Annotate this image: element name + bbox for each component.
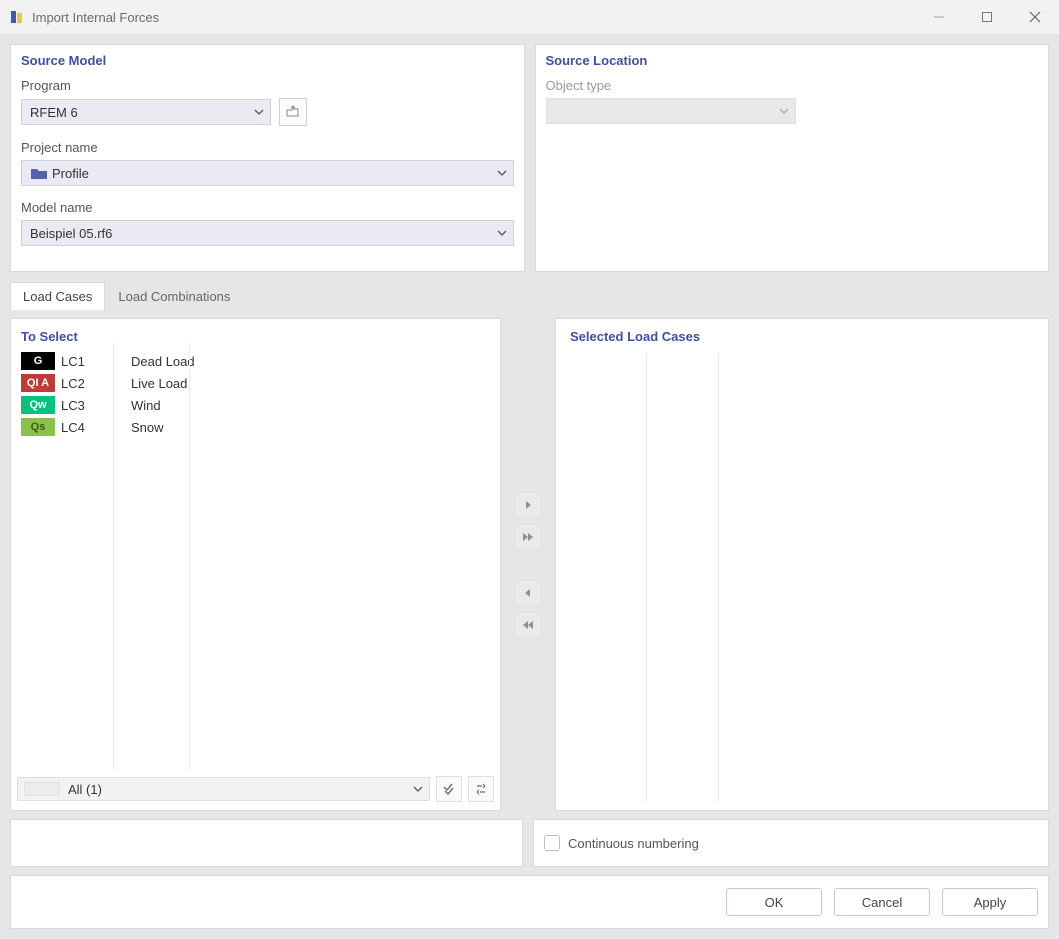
move-all-left-button[interactable]: [514, 612, 542, 638]
object-type-dropdown[interactable]: [546, 98, 796, 124]
load-case-code: LC1: [61, 354, 131, 369]
dialog-window: Import Internal Forces Source Model Prog…: [0, 0, 1059, 939]
options-left-panel: [10, 819, 523, 867]
load-case-tag: Qs: [21, 418, 55, 436]
model-name-dropdown[interactable]: Beispiel 05.rf6: [21, 220, 514, 246]
to-select-list[interactable]: To Select GLC1Dead LoadQI ALC2Live LoadQ…: [11, 319, 500, 772]
source-model-panel: Source Model Program RFEM 6: [10, 44, 525, 272]
folder-icon: [30, 166, 48, 180]
tabs: Load Cases Load Combinations: [10, 282, 1049, 310]
load-case-row[interactable]: Qw LC3Wind: [19, 394, 492, 416]
move-right-button[interactable]: [514, 492, 542, 518]
column-separator: [646, 353, 647, 802]
load-case-description: Wind: [131, 398, 161, 413]
selected-panel: Selected Load Cases: [555, 318, 1049, 811]
chevron-down-icon: [497, 166, 507, 181]
source-location-heading: Source Location: [546, 53, 1039, 68]
select-all-button[interactable]: [436, 776, 462, 802]
program-label: Program: [21, 78, 514, 93]
title-bar: Import Internal Forces: [0, 0, 1059, 34]
load-case-code: LC4: [61, 420, 131, 435]
tab-load-cases[interactable]: Load Cases: [10, 282, 105, 310]
options-row: Continuous numbering: [10, 819, 1049, 867]
maximize-button[interactable]: [963, 0, 1011, 34]
to-select-panel: To Select GLC1Dead LoadQI ALC2Live LoadQ…: [10, 318, 501, 811]
double-triangle-left-icon: [521, 620, 535, 630]
minimize-button[interactable]: [915, 0, 963, 34]
ok-button[interactable]: OK: [726, 888, 822, 916]
open-folder-icon: [285, 104, 301, 120]
filter-value: All (1): [68, 782, 102, 797]
project-name-label: Project name: [21, 140, 514, 155]
source-model-heading: Source Model: [21, 53, 514, 68]
filter-color-swatch: [24, 782, 60, 796]
chevron-down-icon: [413, 782, 423, 797]
load-case-code: LC2: [61, 376, 131, 391]
column-separator: [718, 353, 719, 802]
column-separator: [113, 343, 114, 770]
move-left-button[interactable]: [514, 580, 542, 606]
to-select-footer: All (1): [11, 772, 500, 810]
window-controls: [915, 0, 1059, 34]
filter-dropdown[interactable]: All (1): [17, 777, 430, 801]
load-case-tag: G: [21, 352, 55, 370]
model-name-field: Model name Beispiel 05.rf6: [21, 200, 514, 246]
project-name-dropdown[interactable]: Profile: [21, 160, 514, 186]
triangle-left-icon: [523, 588, 533, 598]
load-case-description: Dead Load: [131, 354, 195, 369]
close-icon: [1029, 11, 1041, 23]
chevron-down-icon: [497, 226, 507, 241]
load-case-row[interactable]: QI A LC2Live Load: [19, 372, 492, 394]
content-area: Source Model Program RFEM 6: [0, 34, 1059, 939]
project-name-value: Profile: [52, 166, 89, 181]
object-type-field: Object type: [546, 78, 1039, 124]
window-title: Import Internal Forces: [32, 10, 915, 25]
column-separator: [189, 343, 190, 770]
chevron-down-icon: [779, 104, 789, 119]
invert-selection-button[interactable]: [468, 776, 494, 802]
load-case-tag: Qw: [21, 396, 55, 414]
invert-icon: [474, 782, 488, 796]
transfer-buttons: [501, 318, 555, 811]
cancel-button[interactable]: Cancel: [834, 888, 930, 916]
project-name-field: Project name Profile: [21, 140, 514, 186]
selected-heading: Selected Load Cases: [570, 329, 1048, 344]
tab-load-combinations[interactable]: Load Combinations: [105, 282, 243, 310]
button-bar: OK Cancel Apply: [10, 875, 1049, 929]
options-right-panel: Continuous numbering: [533, 819, 1049, 867]
load-case-row[interactable]: G LC1Dead Load: [19, 350, 492, 372]
triangle-right-icon: [523, 500, 533, 510]
load-case-tag: QI A: [21, 374, 55, 392]
program-field: Program RFEM 6: [21, 78, 514, 126]
object-type-label: Object type: [546, 78, 1039, 93]
move-all-right-button[interactable]: [514, 524, 542, 550]
model-name-value: Beispiel 05.rf6: [30, 226, 112, 241]
load-case-description: Live Load: [131, 376, 187, 391]
continuous-numbering-checkbox[interactable]: [544, 835, 560, 851]
minimize-icon: [933, 11, 945, 23]
open-file-button[interactable]: [279, 98, 307, 126]
chevron-down-icon: [254, 105, 264, 120]
model-name-label: Model name: [21, 200, 514, 215]
maximize-icon: [981, 11, 993, 23]
source-location-panel: Source Location Object type: [535, 44, 1050, 272]
lists-row: To Select GLC1Dead LoadQI ALC2Live LoadQ…: [10, 318, 1049, 811]
to-select-heading: To Select: [21, 329, 492, 344]
top-row: Source Model Program RFEM 6: [10, 44, 1049, 272]
apply-button[interactable]: Apply: [942, 888, 1038, 916]
close-button[interactable]: [1011, 0, 1059, 34]
continuous-numbering-label: Continuous numbering: [568, 836, 699, 851]
load-case-code: LC3: [61, 398, 131, 413]
load-case-row[interactable]: Qs LC4Snow: [19, 416, 492, 438]
check-all-icon: [442, 782, 456, 796]
app-icon: [8, 8, 26, 26]
program-value: RFEM 6: [30, 105, 78, 120]
load-case-description: Snow: [131, 420, 164, 435]
program-dropdown[interactable]: RFEM 6: [21, 99, 271, 125]
double-triangle-right-icon: [521, 532, 535, 542]
